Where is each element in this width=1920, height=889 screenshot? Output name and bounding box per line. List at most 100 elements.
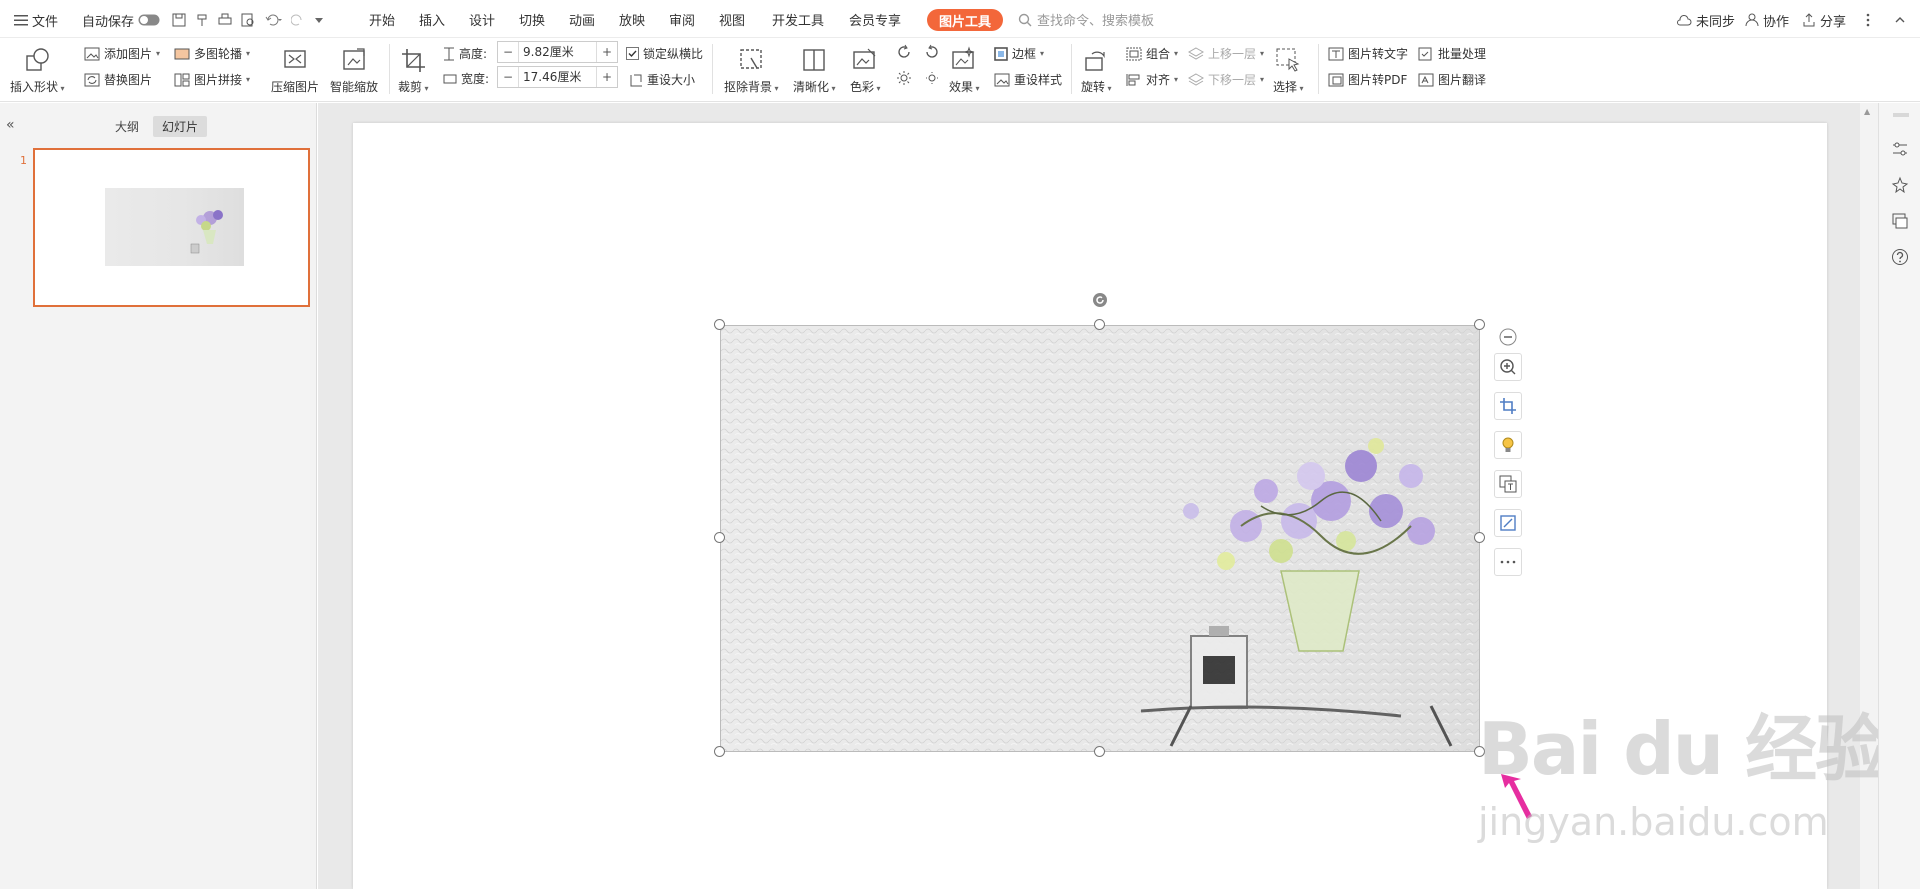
picture-translate-button[interactable]: 图片翻译 bbox=[1418, 71, 1486, 88]
more-tools-button[interactable] bbox=[1494, 548, 1522, 576]
height-decrease-button[interactable]: − bbox=[498, 45, 518, 59]
picture-to-pdf-button[interactable]: 图片转PDF bbox=[1328, 71, 1407, 88]
tab-design[interactable]: 设计 bbox=[469, 10, 495, 30]
height-stepper[interactable]: − 9.82厘米 + bbox=[497, 41, 618, 63]
magic-wand-icon[interactable] bbox=[1891, 176, 1909, 194]
resize-handle-sw[interactable] bbox=[714, 746, 725, 757]
collaborate-button[interactable]: 协作 bbox=[1745, 9, 1789, 31]
tab-home[interactable]: 开始 bbox=[369, 10, 395, 30]
undo-icon[interactable] bbox=[264, 13, 282, 27]
rotate-button[interactable]: 旋转 ▾ bbox=[1081, 46, 1112, 95]
width-stepper[interactable]: − 17.46厘米 + bbox=[497, 66, 618, 88]
collapse-tools-icon[interactable] bbox=[1499, 328, 1517, 346]
print-preview-icon[interactable] bbox=[241, 13, 255, 27]
lock-aspect-checkbox[interactable]: 锁定纵横比 bbox=[626, 45, 703, 62]
width-decrease-button[interactable]: − bbox=[498, 70, 518, 84]
drag-handle-icon[interactable] bbox=[1893, 113, 1909, 117]
crop-button[interactable]: 裁剪 ▾ bbox=[398, 46, 429, 95]
add-picture-button[interactable]: 添加图片 ▾ bbox=[84, 45, 160, 62]
file-menu-button[interactable]: 文件 bbox=[14, 9, 58, 31]
collapse-ribbon-icon[interactable] bbox=[1894, 9, 1906, 31]
person-icon bbox=[1745, 13, 1759, 27]
sync-status-button[interactable]: 未同步 bbox=[1676, 9, 1735, 31]
slide-thumbnail[interactable] bbox=[33, 148, 310, 307]
resize-handle-n[interactable] bbox=[1094, 319, 1105, 330]
scroll-up-icon[interactable]: ▲ bbox=[1864, 107, 1870, 116]
bring-forward-button[interactable]: 上移一层 ▾ bbox=[1188, 45, 1264, 62]
tab-animations[interactable]: 动画 bbox=[569, 10, 595, 30]
rotation-handle-icon[interactable] bbox=[1092, 292, 1108, 308]
width-increase-button[interactable]: + bbox=[597, 70, 617, 84]
tab-picture-tools[interactable]: 图片工具 bbox=[927, 9, 1004, 31]
resize-handle-w[interactable] bbox=[714, 532, 725, 543]
more-options-icon[interactable] bbox=[1866, 9, 1870, 31]
picture-mosaic-button[interactable]: 图片拼接 ▾ bbox=[174, 71, 250, 88]
height-increase-button[interactable]: + bbox=[597, 45, 617, 59]
color-button[interactable]: 色彩 ▾ bbox=[850, 46, 881, 95]
tab-review[interactable]: 审阅 bbox=[669, 10, 695, 30]
tab-insert[interactable]: 插入 bbox=[419, 10, 445, 30]
collapse-panel-icon[interactable]: « bbox=[6, 117, 15, 133]
zoom-picture-button[interactable] bbox=[1494, 353, 1522, 381]
properties-sliders-icon[interactable] bbox=[1891, 140, 1909, 158]
selected-picture[interactable] bbox=[720, 325, 1480, 752]
tab-view[interactable]: 视图 bbox=[719, 10, 745, 30]
resize-handle-ne[interactable] bbox=[1474, 319, 1485, 330]
tab-slideshow[interactable]: 放映 bbox=[619, 10, 645, 30]
resize-handle-nw[interactable] bbox=[714, 319, 725, 330]
crop-picture-button[interactable] bbox=[1494, 392, 1522, 420]
tab-transitions[interactable]: 切换 bbox=[519, 10, 545, 30]
effects-button[interactable]: 效果 ▾ bbox=[949, 46, 980, 95]
rotate-right-icon[interactable] bbox=[896, 44, 912, 60]
reset-style-button[interactable]: 重设样式 bbox=[994, 71, 1062, 88]
resize-handle-e[interactable] bbox=[1474, 532, 1485, 543]
group-button[interactable]: 组合 ▾ bbox=[1126, 45, 1178, 62]
width-input[interactable]: 17.46厘米 bbox=[518, 67, 597, 87]
select-button[interactable]: 选择 ▾ bbox=[1273, 46, 1304, 95]
save-icon[interactable] bbox=[172, 13, 186, 27]
rotate-label: 旋转 bbox=[1081, 80, 1106, 94]
batch-process-button[interactable]: 批量处理 bbox=[1418, 45, 1486, 62]
brightness-decrease-icon[interactable] bbox=[924, 70, 940, 86]
replace-picture-button[interactable]: 替换图片 bbox=[84, 71, 152, 88]
remove-background-button[interactable]: 抠除背景 ▾ bbox=[724, 46, 779, 95]
tab-outline[interactable]: 大纲 bbox=[115, 118, 139, 135]
color-palette-icon bbox=[851, 46, 879, 74]
sharpen-button[interactable]: 清晰化 ▾ bbox=[793, 46, 836, 95]
border-button[interactable]: 边框 ▾ bbox=[994, 45, 1044, 62]
customize-toolbar-icon[interactable] bbox=[314, 15, 324, 25]
picture-style-button[interactable] bbox=[1494, 509, 1522, 537]
rotate-left-icon[interactable] bbox=[924, 44, 940, 60]
tab-developer[interactable]: 开发工具 bbox=[772, 10, 824, 30]
send-backward-button[interactable]: 下移一层 ▾ bbox=[1188, 71, 1264, 88]
share-button[interactable]: 分享 bbox=[1802, 9, 1846, 31]
shapes-icon bbox=[23, 46, 51, 74]
smart-scale-button[interactable]: 智能缩放 bbox=[330, 46, 378, 95]
align-button[interactable]: 对齐 ▾ bbox=[1126, 71, 1178, 88]
compress-picture-button[interactable]: 压缩图片 bbox=[271, 46, 319, 95]
resize-handle-s[interactable] bbox=[1094, 746, 1105, 757]
group-label: 组合 bbox=[1146, 47, 1171, 61]
insert-shape-button[interactable]: 插入形状 ▾ bbox=[10, 46, 65, 95]
picture-to-text-button[interactable]: 图片转文字 bbox=[1328, 45, 1408, 62]
tab-slides[interactable]: 幻灯片 bbox=[153, 116, 208, 137]
smart-suggest-button[interactable] bbox=[1494, 431, 1522, 459]
multi-carousel-button[interactable]: 多图轮播 ▾ bbox=[174, 45, 250, 62]
help-icon[interactable] bbox=[1891, 248, 1909, 266]
rotate-adjust-group bbox=[896, 44, 940, 60]
brightness-increase-icon[interactable] bbox=[896, 70, 912, 86]
translate-icon bbox=[1418, 73, 1434, 87]
picture-to-text-tool-button[interactable] bbox=[1494, 470, 1522, 498]
tab-member[interactable]: 会员专享 bbox=[849, 10, 901, 30]
reset-size-button[interactable]: 重设大小 bbox=[629, 71, 695, 88]
align-icon bbox=[1126, 73, 1142, 87]
redo-icon[interactable] bbox=[291, 13, 305, 27]
thumbnail-picture bbox=[105, 188, 244, 266]
slides-copy-icon[interactable] bbox=[1891, 212, 1909, 230]
autosave-toggle[interactable]: 自动保存 bbox=[82, 9, 160, 31]
format-painter-icon[interactable] bbox=[195, 13, 209, 27]
height-input[interactable]: 9.82厘米 bbox=[518, 42, 597, 62]
file-menu-label: 文件 bbox=[32, 14, 59, 30]
print-icon[interactable] bbox=[218, 13, 232, 27]
command-search[interactable]: 查找命令、搜索模板 bbox=[1018, 10, 1154, 29]
